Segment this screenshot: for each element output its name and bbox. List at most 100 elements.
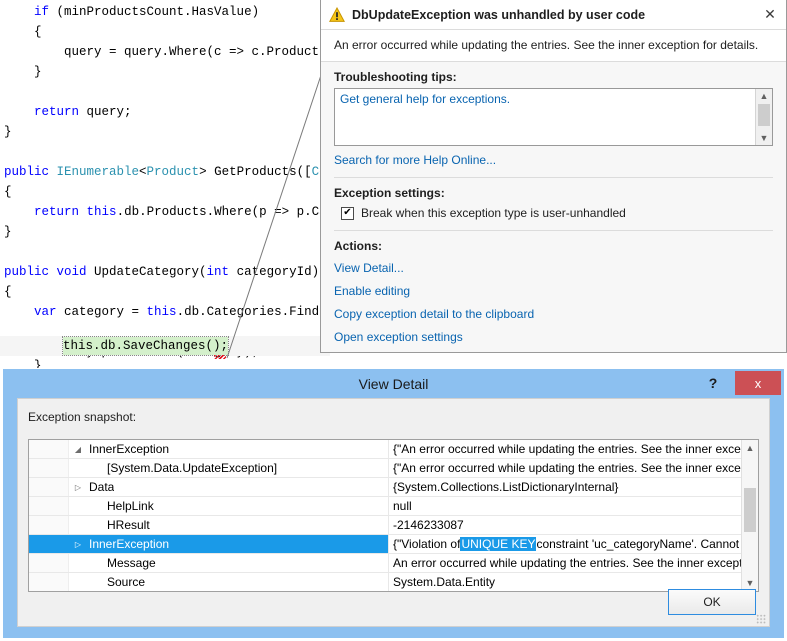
row-gutter [29, 459, 69, 477]
scroll-up-icon[interactable]: ▲ [760, 89, 769, 103]
table-row[interactable]: SourceSystem.Data.Entity [29, 573, 741, 591]
grid-cell-value: null [389, 497, 741, 515]
exception-snapshot-grid[interactable]: ◢InnerException{"An error occurred while… [28, 439, 759, 592]
ok-button[interactable]: OK [668, 589, 756, 615]
code-line: query = query.Where(c => c.Products. [0, 42, 334, 62]
code-line: var category = this.db.Categories.Find(c [0, 302, 334, 322]
table-row[interactable]: HResult-2146233087 [29, 516, 741, 535]
enable-editing-link[interactable]: Enable editing [334, 280, 773, 303]
code-line: return this.db.Products.Where(p => p.Cat [0, 202, 334, 222]
exception-popup-body: Troubleshooting tips: Get general help f… [321, 62, 786, 349]
open-exception-settings-link[interactable]: Open exception settings [334, 326, 773, 349]
grid-cell-value: {System.Collections.ListDictionaryIntern… [389, 478, 741, 496]
grid-cell-value: {"Violation of UNIQUE KEY constraint 'uc… [389, 535, 741, 553]
row-gutter [29, 478, 69, 496]
resize-grip[interactable] [756, 614, 766, 624]
value-text: {"Violation of [393, 537, 460, 551]
close-icon[interactable]: ✕ [760, 5, 780, 25]
break-when-unhandled-row[interactable]: ✔ Break when this exception type is user… [334, 204, 773, 220]
exception-popup-titlebar: DbUpdateException was unhandled by user … [321, 0, 786, 30]
scrollbar-thumb[interactable] [744, 488, 756, 532]
actions-section: Actions: View Detail... Enable editing C… [334, 230, 773, 349]
grid-cell-name: ▷Data [29, 478, 389, 496]
search-help-online-link[interactable]: Search for more Help Online... [334, 146, 773, 177]
code-line: } [0, 122, 334, 142]
scrollbar-thumb[interactable] [758, 104, 770, 126]
code-line: } [0, 62, 334, 82]
close-icon[interactable]: x [735, 371, 781, 395]
tips-scrollbar[interactable]: ▲ ▼ [755, 89, 772, 145]
grid-cell-value: An error occurred while updating the ent… [389, 554, 741, 572]
indent-spacer [69, 578, 87, 587]
exception-settings-heading: Exception settings: [334, 186, 773, 200]
row-gutter [29, 440, 69, 458]
row-gutter [29, 573, 69, 591]
grid-cell-value: -2146233087 [389, 516, 741, 534]
twisty-placeholder [87, 502, 105, 511]
code-text: if (minProductsCount.HasValue) { query =… [0, 2, 334, 368]
grid-rows-container: ◢InnerException{"An error occurred while… [29, 440, 741, 591]
grid-cell-value: {"An error occurred while updating the e… [389, 440, 741, 458]
grid-scrollbar[interactable]: ▲ ▼ [741, 440, 758, 591]
help-icon[interactable]: ? [704, 374, 722, 392]
value-text: constraint 'uc_categoryName'. Cannot ins [536, 537, 741, 551]
code-line: { [0, 282, 334, 302]
table-row[interactable]: ◢InnerException{"An error occurred while… [29, 440, 741, 459]
twisty-placeholder [87, 521, 105, 530]
property-name: InnerException [87, 442, 169, 456]
row-gutter [29, 554, 69, 572]
exception-assistant-popup[interactable]: DbUpdateException was unhandled by user … [320, 0, 787, 353]
error-squiggle [214, 355, 226, 359]
row-gutter [29, 535, 69, 553]
indent-spacer [69, 559, 87, 568]
table-row[interactable]: ▷InnerException{"Violation of UNIQUE KEY… [29, 535, 741, 554]
tips-link[interactable]: Get general help for exceptions. [335, 89, 515, 109]
property-name: [System.Data.UpdateException] [105, 461, 277, 475]
expand-collapse-icon[interactable]: ◢ [69, 445, 87, 454]
twisty-placeholder [87, 559, 105, 568]
code-line [0, 82, 334, 102]
view-detail-link[interactable]: View Detail... [334, 257, 773, 280]
table-row[interactable]: [System.Data.UpdateException]{"An error … [29, 459, 741, 478]
indent-spacer [69, 502, 87, 511]
view-detail-client-area: Exception snapshot: ◢InnerException{"An … [17, 398, 770, 627]
grid-cell-name: ▷InnerException [29, 535, 389, 553]
property-name: HelpLink [105, 499, 154, 513]
code-line [0, 242, 334, 262]
break-when-unhandled-checkbox[interactable]: ✔ [341, 207, 354, 220]
code-line [0, 142, 334, 162]
scroll-up-icon[interactable]: ▲ [742, 440, 758, 456]
twisty-placeholder [87, 464, 105, 473]
exception-message: An error occurred while updating the ent… [321, 30, 786, 62]
grid-cell-name: Message [29, 554, 389, 572]
save-changes-text: this.db.SaveChanges(); [63, 337, 228, 355]
indent-spacer [69, 521, 87, 530]
expand-collapse-icon[interactable]: ▷ [69, 540, 87, 549]
troubleshooting-tips-box[interactable]: Get general help for exceptions. ▲ ▼ [334, 88, 773, 146]
scroll-down-icon[interactable]: ▼ [760, 131, 769, 145]
grid-cell-name: [System.Data.UpdateException] [29, 459, 389, 477]
exception-snapshot-label: Exception snapshot: [18, 399, 769, 430]
grid-cell-name: HelpLink [29, 497, 389, 515]
property-name: Source [105, 575, 145, 589]
table-row[interactable]: Message An error occurred while updating … [29, 554, 741, 573]
closing-brace-line: } [4, 356, 42, 368]
code-line: public IEnumerable<Product> GetProducts(… [0, 162, 334, 182]
table-row[interactable]: ▷Data{System.Collections.ListDictionaryI… [29, 478, 741, 497]
warning-icon [329, 7, 345, 23]
property-name: Data [87, 480, 114, 494]
view-detail-titlebar: View Detail ? x [3, 369, 784, 398]
exception-settings-section: Exception settings: ✔ Break when this ex… [334, 177, 773, 220]
troubleshooting-tips-heading: Troubleshooting tips: [334, 70, 773, 84]
expand-collapse-icon[interactable]: ▷ [69, 483, 87, 492]
code-line: if (minProductsCount.HasValue) [0, 2, 334, 22]
copy-exception-detail-link[interactable]: Copy exception detail to the clipboard [334, 303, 773, 326]
property-name: Message [105, 556, 156, 570]
grid-cell-name: Source [29, 573, 389, 591]
grid-cell-name: HResult [29, 516, 389, 534]
table-row[interactable]: HelpLink null [29, 497, 741, 516]
save-changes-statement[interactable]: this.db.SaveChanges(); [63, 337, 228, 355]
code-line: { [0, 22, 334, 42]
view-detail-dialog[interactable]: View Detail ? x Exception snapshot: ◢Inn… [3, 369, 784, 638]
grid-cell-name: ◢InnerException [29, 440, 389, 458]
